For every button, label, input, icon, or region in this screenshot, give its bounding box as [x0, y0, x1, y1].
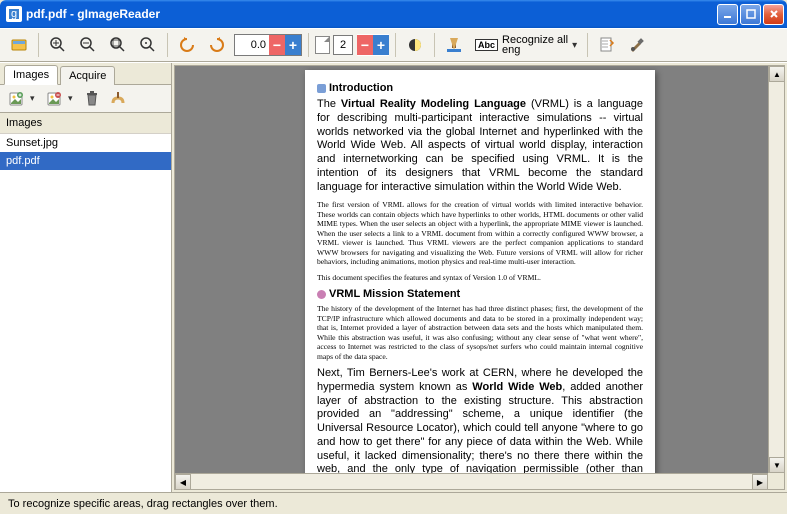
page-canvas: Introduction The Virtual Reality Modelin… — [305, 70, 655, 490]
add-image-button[interactable] — [4, 87, 28, 111]
scroll-track[interactable] — [769, 82, 784, 457]
page-increment[interactable]: + — [373, 35, 389, 55]
separator — [308, 33, 309, 57]
bullet-icon — [317, 290, 326, 299]
rotation-decrement[interactable]: − — [269, 35, 285, 55]
zoom-original-button[interactable] — [135, 32, 161, 58]
brightness-contrast-button[interactable] — [402, 32, 428, 58]
document-viewer[interactable]: Introduction The Virtual Reality Modelin… — [174, 65, 785, 490]
chevron-down-icon: ▾ — [572, 40, 577, 51]
rotate-left-button[interactable] — [174, 32, 200, 58]
doc-paragraph: This document specifies the features and… — [317, 273, 643, 282]
titlebar: g pdf.pdf - gImageReader — [0, 0, 787, 28]
scroll-up-button[interactable]: ▲ — [769, 66, 785, 82]
output-pane-button[interactable] — [594, 32, 620, 58]
sidebar: Images Acquire ▾ ▾ Images Sunset.jpg pdf… — [0, 63, 172, 492]
vertical-scrollbar[interactable]: ▲ ▼ — [768, 66, 784, 473]
doc-heading-1: Introduction — [317, 82, 643, 94]
delete-image-button[interactable] — [80, 87, 104, 111]
sidebar-tabs: Images Acquire — [0, 63, 171, 85]
doc-h1-text: Introduction — [329, 82, 393, 94]
scroll-down-button[interactable]: ▼ — [769, 457, 785, 473]
zoom-out-button[interactable] — [75, 32, 101, 58]
separator — [395, 33, 396, 57]
window-controls — [717, 4, 784, 25]
bullet-icon — [317, 84, 326, 93]
zoom-in-button[interactable] — [45, 32, 71, 58]
add-menu-arrow[interactable]: ▾ — [30, 93, 40, 104]
close-button[interactable] — [763, 4, 784, 25]
preferences-button[interactable] — [624, 32, 650, 58]
rotation-spinner: − + — [234, 34, 302, 56]
separator — [167, 33, 168, 57]
abc-icon: Abc — [475, 39, 498, 51]
rotation-input[interactable] — [235, 35, 269, 55]
sources-panel-button[interactable] — [6, 32, 32, 58]
list-item[interactable]: Sunset.jpg — [0, 134, 171, 152]
scroll-left-button[interactable]: ◀ — [175, 474, 191, 490]
file-list: Sunset.jpg pdf.pdf — [0, 134, 171, 492]
tab-acquire[interactable]: Acquire — [60, 66, 115, 85]
autodetect-layout-button[interactable] — [441, 32, 467, 58]
work-area: Images Acquire ▾ ▾ Images Sunset.jpg pdf… — [0, 62, 787, 492]
separator — [434, 33, 435, 57]
tab-images[interactable]: Images — [4, 65, 58, 85]
maximize-button[interactable] — [740, 4, 761, 25]
page-input[interactable] — [333, 35, 353, 55]
page-selector — [315, 35, 353, 55]
scroll-track[interactable] — [191, 474, 752, 489]
doc-paragraph: The first version of VRML allows for the… — [317, 200, 643, 266]
sidebar-heading: Images — [0, 113, 171, 134]
svg-text:g: g — [11, 8, 17, 20]
statusbar: To recognize specific areas, drag rectan… — [0, 492, 787, 514]
doc-paragraph: Next, Tim Berners-Lee's work at CERN, wh… — [317, 367, 643, 490]
app-icon: g — [6, 6, 22, 22]
rotate-right-button[interactable] — [204, 32, 230, 58]
horizontal-scrollbar[interactable]: ◀ ▶ — [175, 473, 768, 489]
rotation-increment[interactable]: + — [285, 35, 301, 55]
doc-h2-text: VRML Mission Statement — [329, 288, 460, 300]
status-text: To recognize specific areas, drag rectan… — [8, 498, 278, 510]
recognize-label-2: eng — [502, 45, 568, 55]
remove-menu-arrow[interactable]: ▾ — [68, 93, 78, 104]
page-spinner: − + — [357, 34, 389, 56]
zoom-fit-button[interactable] — [105, 32, 131, 58]
window-title: pdf.pdf - gImageReader — [26, 7, 717, 21]
scroll-right-button[interactable]: ▶ — [752, 474, 768, 490]
scrollbar-corner — [768, 473, 784, 489]
doc-heading-2: VRML Mission Statement — [317, 288, 643, 300]
page-icon — [315, 36, 330, 54]
separator — [587, 33, 588, 57]
recognize-label-stack: Recognize all eng — [502, 35, 568, 55]
main-toolbar: − + − + Abc Recognize all eng ▾ — [0, 28, 787, 62]
clear-list-button[interactable] — [106, 87, 130, 111]
separator — [38, 33, 39, 57]
recognize-button[interactable]: Abc Recognize all eng ▾ — [471, 33, 581, 57]
doc-paragraph: The Virtual Reality Modeling Language (V… — [317, 98, 643, 194]
doc-paragraph: The history of the development of the In… — [317, 304, 643, 361]
remove-image-button[interactable] — [42, 87, 66, 111]
sidebar-toolbar: ▾ ▾ — [0, 85, 171, 113]
page-decrement[interactable]: − — [357, 35, 373, 55]
minimize-button[interactable] — [717, 4, 738, 25]
list-item[interactable]: pdf.pdf — [0, 152, 171, 170]
